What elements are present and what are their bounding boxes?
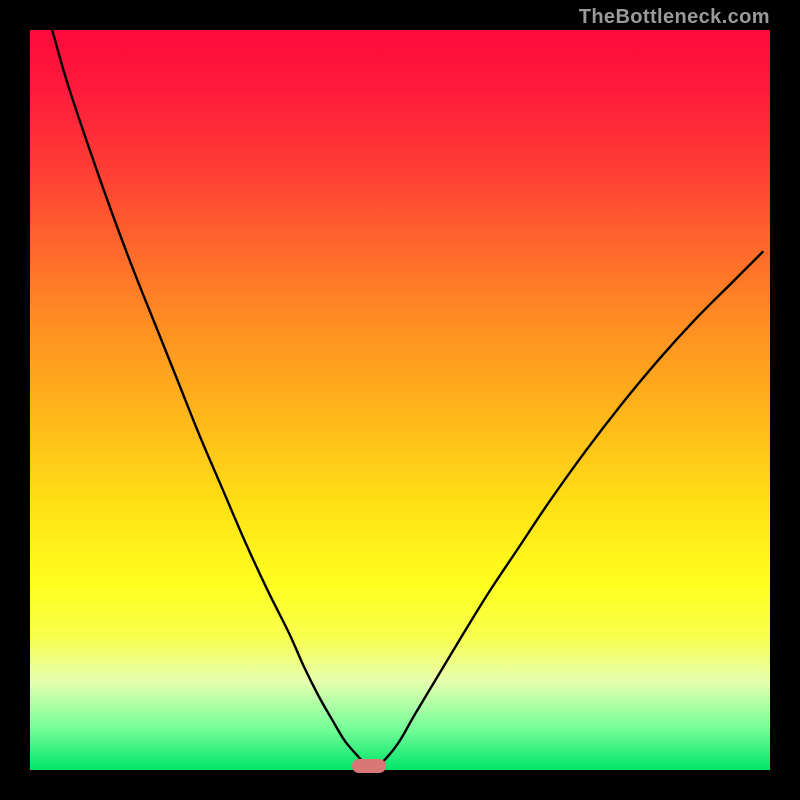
bottleneck-curve xyxy=(30,30,770,770)
watermark-text: TheBottleneck.com xyxy=(579,6,770,29)
chart-frame: TheBottleneck.com xyxy=(0,0,800,800)
minimum-marker xyxy=(352,759,386,773)
